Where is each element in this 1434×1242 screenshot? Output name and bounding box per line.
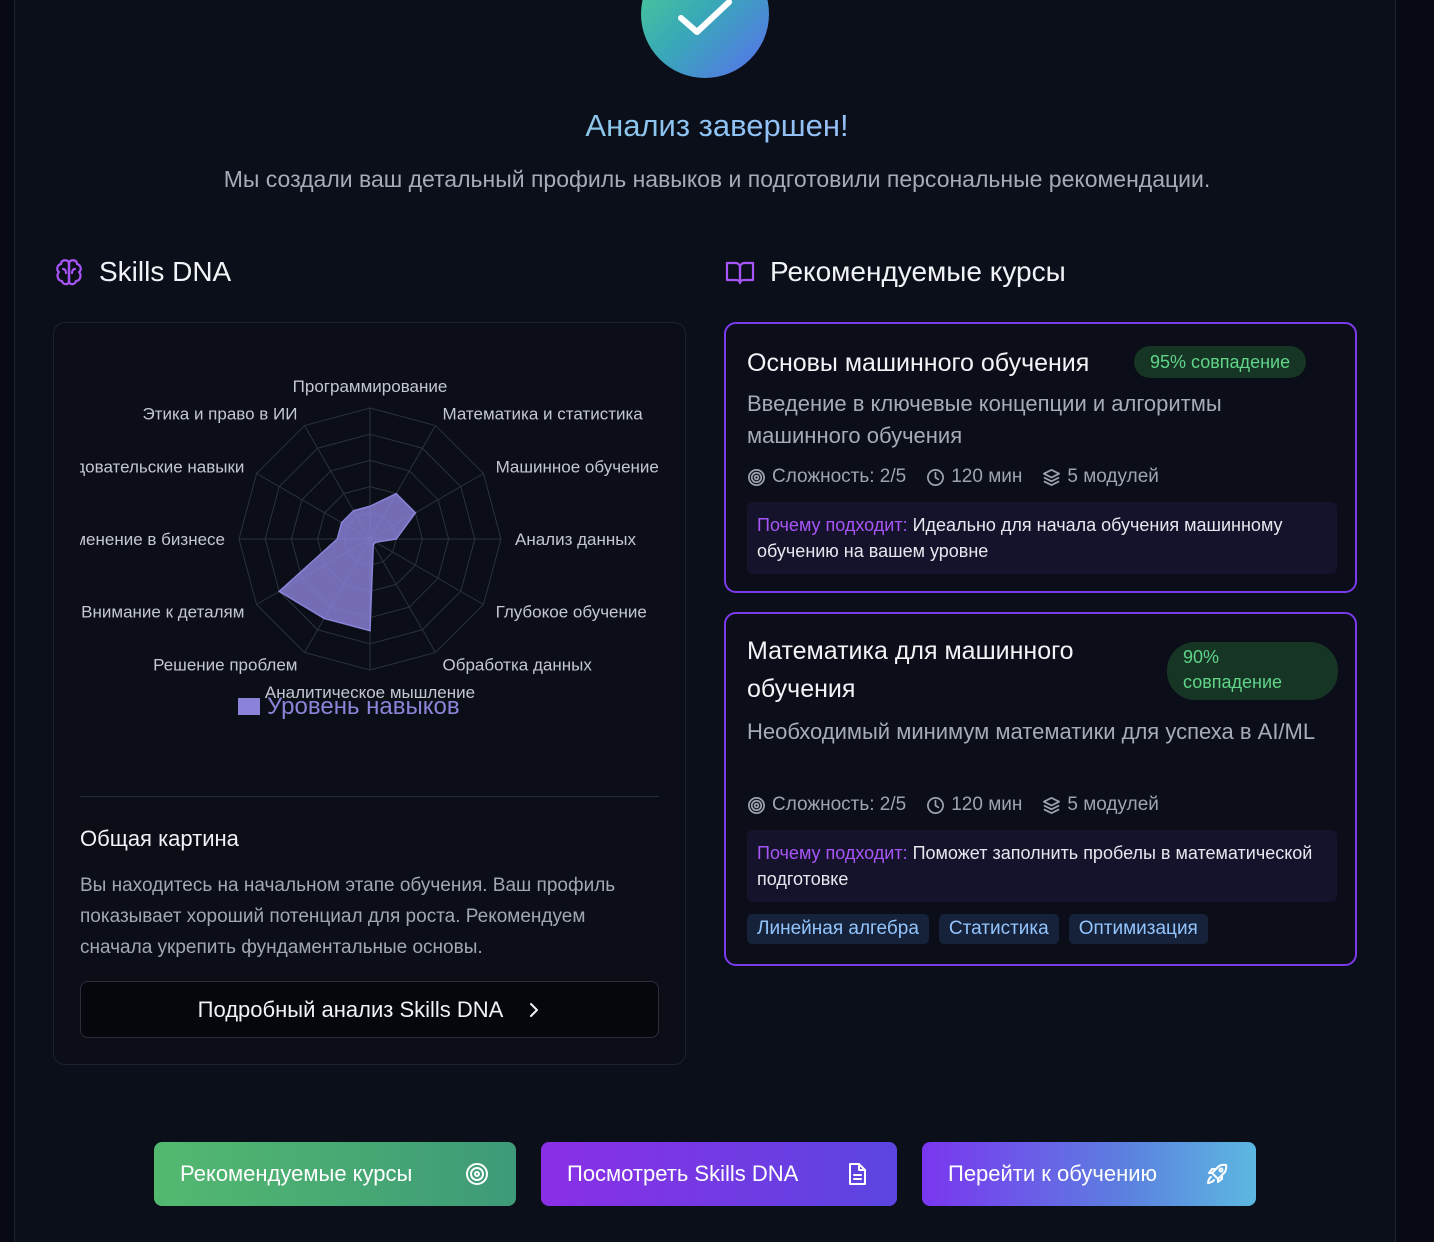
radar-axis-label: Этика и право в ИИ: [142, 404, 297, 423]
target-icon: [748, 796, 765, 814]
modules-label: 5 модулей: [1067, 794, 1159, 815]
difficulty: Сложность: 2/5: [747, 794, 906, 816]
course-card[interactable]: Математика для машинного обучения 90% со…: [724, 612, 1357, 966]
chart-legend: Уровень навыков: [238, 693, 460, 720]
radar-axis-label: Анализ данных: [515, 530, 636, 549]
course-meta: Сложность: 2/5 120 мин 5 модулей: [747, 466, 1179, 488]
why-fits-label: Почему подходит:: [757, 843, 908, 863]
course-title: Математика для машинного обучения: [747, 637, 1074, 703]
radar-axis-label: Глубокое обучение: [496, 603, 647, 622]
duration: 120 мин: [926, 794, 1022, 816]
card-divider: [80, 796, 659, 797]
radar-axis-label: Внимание к деталям: [81, 603, 244, 622]
legend-label: Уровень навыков: [267, 693, 460, 720]
radar-axis-label: Программирование: [293, 377, 448, 396]
radar-data-point: [369, 505, 371, 508]
detailed-analysis-button[interactable]: Подробный анализ Skills DNA: [80, 981, 659, 1038]
radar-axis-label: Исследовательские навыки: [80, 458, 244, 477]
legend-swatch: [238, 698, 260, 715]
difficulty-label: Сложность: 2/5: [772, 794, 907, 815]
radar-data-point: [395, 492, 398, 495]
course-title: Основы машинного обучения: [747, 349, 1090, 377]
overview-text: Вы находитесь на начальном этапе обучени…: [80, 875, 616, 958]
skills-dna-heading-label: Skills DNA: [99, 256, 232, 287]
skills-dna-card: Программирование Математика и статистика М…: [53, 322, 686, 1065]
radar-axis-label: Решение проблем: [153, 656, 297, 675]
page-title: Анализ завершен!: [0, 108, 1434, 144]
book-open-icon: [725, 261, 755, 285]
duration-label: 120 мин: [951, 794, 1023, 815]
why-fits-box: Почему подходит: Идеально для начала обу…: [747, 502, 1337, 574]
course-meta: Сложность: 2/5 120 мин 5 модулей: [747, 794, 1179, 816]
overview-title: Общая картина: [80, 826, 239, 851]
radar-data-point: [278, 590, 281, 593]
chevron-right-icon: [530, 1002, 539, 1017]
course-tag[interactable]: Линейная алгебра: [747, 914, 929, 944]
match-badge: 95% совпадение: [1134, 346, 1307, 378]
skills-dna-heading: Skills DNA: [53, 256, 231, 288]
duration: 120 мин: [926, 466, 1022, 488]
view-skills-dna-label: Посмотреть Skills DNA: [567, 1161, 799, 1186]
course-description: Введение в ключевые концепции и алгоритм…: [747, 391, 1222, 448]
page-subtitle: Мы создали ваш детальный профиль навыков…: [223, 166, 1211, 192]
layers-icon: [1043, 796, 1061, 814]
duration-label: 120 мин: [951, 466, 1023, 487]
start-learning-label: Перейти к обучению: [948, 1161, 1158, 1186]
difficulty: Сложность: 2/5: [747, 466, 906, 488]
target-icon: [748, 468, 765, 486]
radar-data-point: [374, 541, 377, 544]
clock-icon: [927, 796, 945, 814]
rocket-icon: [1207, 1163, 1228, 1184]
modules: 5 модулей: [1042, 794, 1159, 816]
radar-data-point: [369, 629, 371, 632]
radar-data-point: [414, 512, 417, 514]
difficulty-label: Сложность: 2/5: [772, 466, 907, 487]
course-tags: Линейная алгебра Статистика Оптимизация: [747, 914, 1208, 944]
radar-axis-label: Машинное обучение: [496, 458, 659, 477]
recommended-courses-label: Рекомендуемые курсы: [180, 1161, 413, 1186]
why-fits-box: Почему подходит: Поможет заполнить пробе…: [747, 830, 1337, 902]
modules: 5 модулей: [1042, 466, 1159, 488]
course-card[interactable]: Основы машинного обучения 95% совпадение…: [724, 322, 1357, 593]
course-tag[interactable]: Оптимизация: [1068, 914, 1208, 944]
radar-axis-label: Математика и статистика: [443, 404, 644, 423]
brain-icon: [56, 259, 82, 286]
radar-series-area: [277, 492, 417, 632]
match-badge: 90% совпадение: [1167, 642, 1338, 700]
courses-heading: Рекомендуемые курсы: [724, 256, 1066, 288]
layers-icon: [1043, 468, 1061, 486]
check-icon: [678, 0, 732, 35]
modules-label: 5 модулей: [1067, 466, 1159, 487]
why-fits-label: Почему подходит:: [757, 515, 908, 535]
detailed-analysis-label: Подробный анализ Skills DNA: [197, 996, 504, 1022]
radar-data-point: [323, 617, 325, 620]
target-icon: [466, 1163, 488, 1185]
radar-data-point: [336, 538, 339, 540]
radar-data-point: [372, 543, 375, 546]
radar-data-point: [352, 509, 355, 512]
start-learning-button[interactable]: Перейти к обучению: [922, 1142, 1256, 1206]
courses-heading-label: Рекомендуемые курсы: [770, 256, 1066, 287]
course-description: Необходимый минимум математики для успех…: [747, 719, 1316, 744]
file-text-icon: [849, 1163, 866, 1185]
clock-icon: [927, 468, 945, 486]
skills-radar-chart: Программирование Математика и статистика М…: [80, 377, 659, 720]
recommended-courses-button[interactable]: Рекомендуемые курсы: [154, 1142, 516, 1206]
course-tag[interactable]: Статистика: [938, 914, 1059, 944]
radar-axis-label: Обработка данных: [443, 656, 593, 675]
radar-data-point: [340, 521, 343, 524]
radar-axis-label: Применение в бизнесе: [80, 530, 225, 549]
radar-data-point: [395, 538, 398, 540]
view-skills-dna-button[interactable]: Посмотреть Skills DNA: [541, 1142, 897, 1206]
